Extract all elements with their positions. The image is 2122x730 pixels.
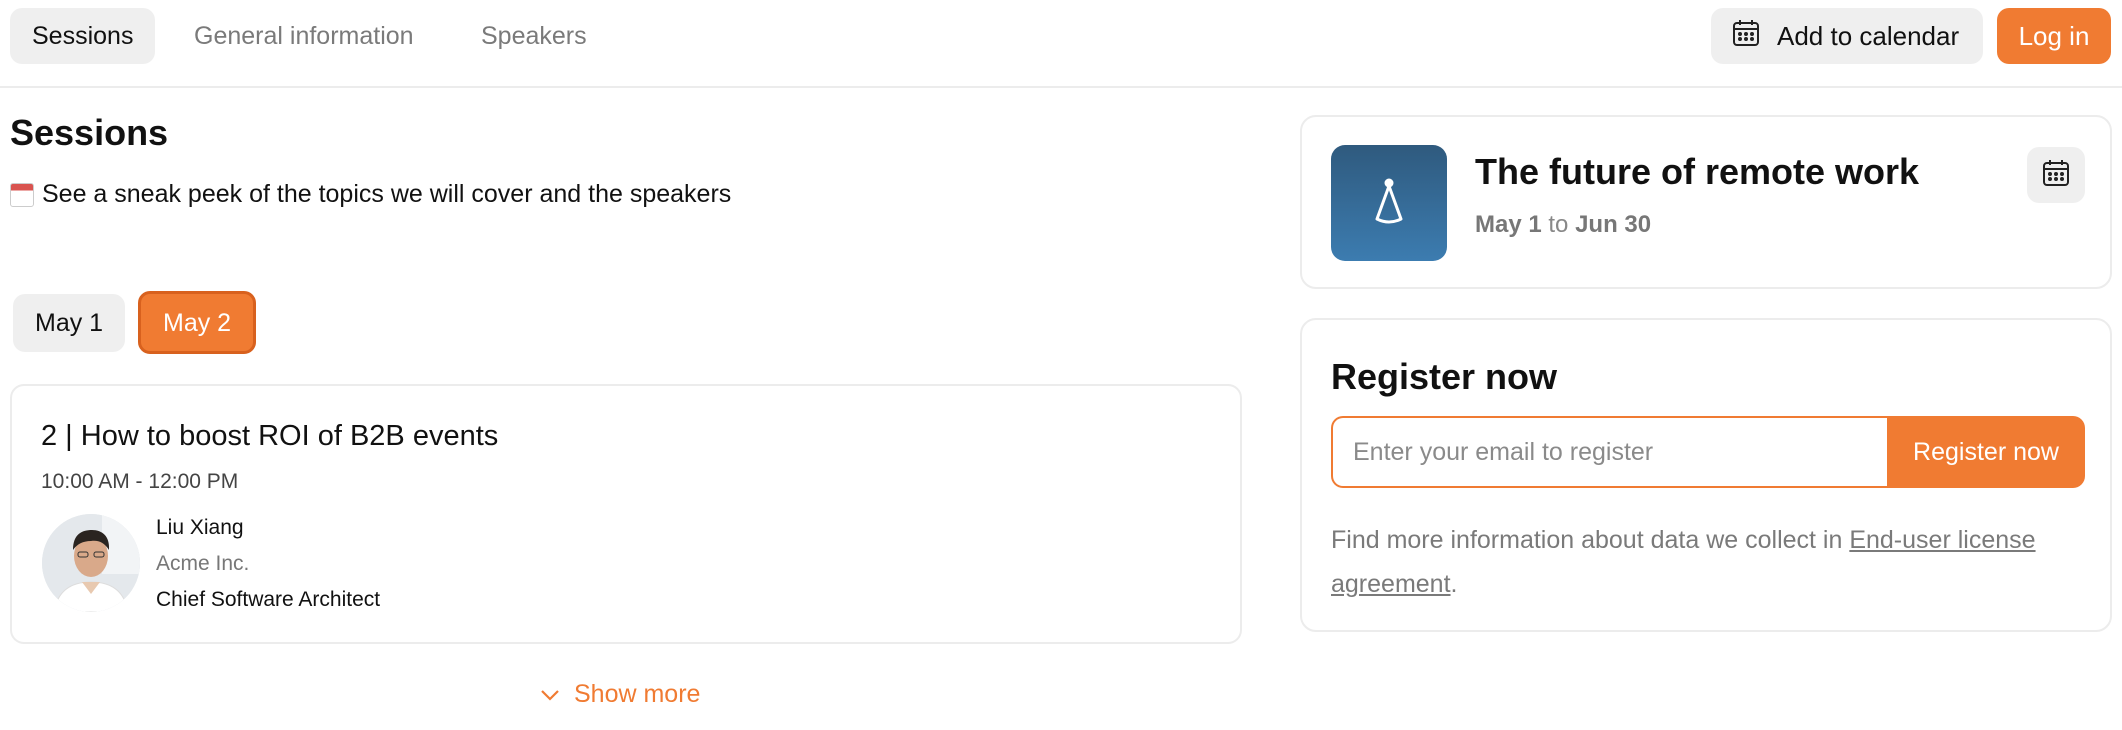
session-title: 2 | How to boost ROI of B2B events (41, 420, 499, 452)
add-to-calendar-button[interactable]: Add to calendar (1711, 8, 1983, 64)
register-info-text: Find more information about data we coll… (1331, 526, 1850, 554)
sessions-subtitle-text: See a sneak peek of the topics we will c… (42, 180, 732, 208)
event-end-date: Jun 30 (1575, 211, 1652, 238)
tab-speakers[interactable]: Speakers (459, 8, 609, 64)
event-calendar-button[interactable] (2027, 147, 2085, 203)
event-date-separator: to (1548, 211, 1569, 238)
calendar-emoji-icon (10, 182, 34, 207)
speaker-name: Liu Xiang (156, 516, 244, 539)
tab-sessions[interactable]: Sessions (10, 8, 156, 64)
register-card: Register now Register now Find more info… (1300, 318, 2112, 632)
register-button[interactable]: Register now (1887, 416, 2085, 488)
top-nav: Sessions General information Speakers Ad… (0, 0, 2122, 88)
tab-general-information[interactable]: General information (172, 8, 436, 64)
event-dates: May 1 to Jun 30 (1475, 211, 1651, 239)
session-card[interactable]: 2 | How to boost ROI of B2B events 10:00… (10, 384, 1242, 644)
email-input[interactable] (1331, 416, 1889, 488)
add-to-calendar-label: Add to calendar (1777, 20, 1960, 51)
sessions-subtitle: See a sneak peek of the topics we will c… (10, 180, 731, 209)
login-button[interactable]: Log in (1997, 8, 2111, 64)
calendar-icon (1731, 18, 1761, 55)
speaker-role: Chief Software Architect (156, 588, 381, 611)
register-title: Register now (1331, 356, 1558, 397)
day-tab-may-2[interactable]: May 2 (138, 291, 257, 354)
event-title: The future of remote work (1475, 151, 1920, 192)
chevron-down-icon (540, 680, 560, 709)
day-tab-may-1[interactable]: May 1 (13, 294, 126, 352)
calendar-icon (2041, 158, 2071, 193)
speaker-company: Acme Inc. (156, 552, 250, 575)
register-info: Find more information about data we coll… (1331, 518, 2091, 606)
event-start-date: May 1 (1475, 211, 1542, 238)
sessions-heading: Sessions (10, 112, 169, 153)
register-info-suffix: . (1450, 570, 1458, 598)
session-time: 10:00 AM - 12:00 PM (41, 470, 239, 493)
bell-logo-icon (1331, 145, 1447, 261)
show-more-label: Show more (574, 680, 701, 708)
speaker-avatar (42, 514, 140, 612)
event-card: The future of remote work May 1 to Jun 3… (1300, 115, 2112, 289)
show-more-button[interactable]: Show more (540, 680, 700, 709)
